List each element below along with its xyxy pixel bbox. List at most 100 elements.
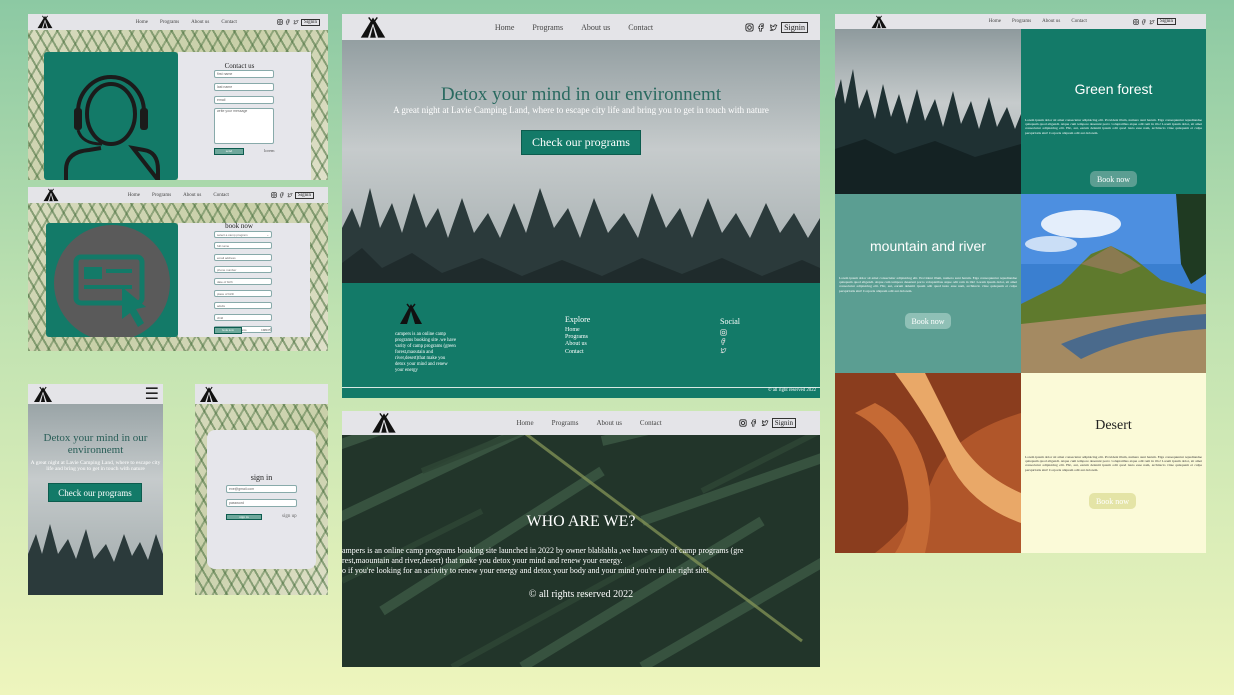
date-of-birth-field[interactable]: date of birth (214, 278, 272, 285)
adults-field[interactable]: adults (214, 302, 272, 309)
social-title: Social (720, 317, 740, 326)
footer-link-about[interactable]: About us (565, 341, 588, 348)
place-of-birth-field[interactable]: place of birth (214, 290, 272, 297)
twitter-icon[interactable] (293, 19, 299, 25)
full-name-field[interactable]: full name (214, 242, 272, 249)
instagram-icon[interactable] (745, 23, 754, 32)
twitter-icon[interactable] (287, 192, 293, 198)
tent-logo-icon[interactable] (869, 15, 889, 29)
instagram-icon[interactable] (1133, 19, 1139, 25)
facebook-icon[interactable] (285, 19, 291, 25)
nav-home[interactable]: Home (128, 193, 140, 198)
nav-programs[interactable]: Programs (152, 193, 171, 198)
support-illustration (44, 52, 178, 180)
facebook-icon[interactable] (757, 23, 766, 32)
site-footer: campers is an online camp programs booki… (342, 283, 820, 398)
nav-home[interactable]: Home (495, 23, 515, 32)
facebook-icon[interactable] (1141, 19, 1147, 25)
first-name-field[interactable]: first name (214, 70, 274, 78)
tent-logo-icon[interactable] (42, 188, 60, 202)
nav-programs[interactable]: Programs (532, 23, 563, 32)
signin-button[interactable]: Signin (771, 418, 796, 428)
signin-button[interactable]: Signin (294, 191, 314, 199)
facebook-icon[interactable] (279, 192, 285, 198)
email-input[interactable]: exe@gmail.com (226, 485, 297, 493)
nav-home[interactable]: Home (516, 419, 533, 427)
tent-logo-icon[interactable] (370, 412, 398, 434)
tent-logo-icon[interactable] (36, 15, 54, 29)
signin-button[interactable]: Signin (1156, 18, 1176, 25)
mobile-signin-panel: sign in exe@gmail.com password sign in s… (195, 384, 328, 595)
signin-button[interactable]: Signin (300, 18, 320, 26)
headset-user-icon (64, 75, 160, 180)
nav-programs[interactable]: Programs (160, 20, 179, 25)
send-button[interactable]: send (214, 148, 244, 155)
signin-submit-button[interactable]: sign in (226, 514, 262, 520)
hero-subtitle: A great night at Lavie Camping Land, whe… (393, 105, 769, 115)
nav-home[interactable]: Home (136, 20, 148, 25)
child-field[interactable]: child (214, 314, 272, 321)
nav-bar: Home Programs About us Contact Signin (835, 14, 1206, 29)
nav-contact[interactable]: Contact (1071, 19, 1087, 24)
nav-about[interactable]: About us (581, 23, 610, 32)
nav-about[interactable]: About us (191, 20, 209, 25)
facebook-icon[interactable] (750, 419, 758, 427)
footer-twitter-icon[interactable] (720, 347, 727, 354)
phone-number-field[interactable]: phone number (214, 266, 272, 273)
contact-link[interactable]: lorem (264, 148, 275, 153)
instagram-icon[interactable] (739, 419, 747, 427)
green-forest-book-button[interactable]: Book now (1090, 171, 1137, 187)
footer-link-contact[interactable]: Contact (565, 349, 588, 356)
nav-home[interactable]: Home (989, 19, 1001, 24)
hamburger-menu-icon[interactable]: ☰ (145, 386, 159, 402)
desktop-home-panel: Home Programs About us Contact Signin De… (342, 14, 820, 398)
footer-facebook-icon[interactable] (720, 338, 727, 345)
nav-links: Home Programs About us Contact (516, 419, 661, 427)
nav-contact[interactable]: Contact (221, 20, 237, 25)
mountain-river-title: mountain and river (870, 238, 986, 254)
cancel-link[interactable]: cancel (261, 327, 271, 332)
nav-contact[interactable]: Contact (628, 23, 653, 32)
twitter-icon[interactable] (769, 23, 778, 32)
nav-about[interactable]: About us (1042, 19, 1060, 24)
nav-contact[interactable]: Contact (213, 193, 229, 198)
nav-about[interactable]: About us (183, 193, 201, 198)
password-input[interactable]: password (226, 499, 297, 507)
chevron-down-icon: ⌄ (266, 232, 269, 237)
email-address-field[interactable]: email address (214, 254, 272, 261)
footer-link-programs[interactable]: Programs (565, 334, 588, 341)
footer-social-icons (720, 329, 727, 354)
signin-button[interactable]: Signin (781, 21, 808, 33)
tent-logo-icon[interactable] (32, 386, 54, 403)
mountain-river-book-button[interactable]: Book now (905, 313, 951, 329)
footer-instagram-icon[interactable] (720, 329, 727, 336)
check-programs-button[interactable]: Check our programs (521, 130, 641, 155)
book-now-submit-button[interactable]: book now (214, 327, 242, 334)
camp-program-select[interactable]: select a camp program ⌄ (214, 231, 272, 238)
nav-links: Home Programs About us Contact (128, 193, 229, 198)
nav-programs[interactable]: Programs (1012, 19, 1031, 24)
nav-bar: Home Programs About us Contact Signin (342, 14, 820, 40)
message-textarea[interactable]: write your message (214, 108, 274, 144)
green-forest-text: Lorem ipsum dolor sit amet consectetur a… (1025, 118, 1202, 135)
footer-copyright: © all right reserved 2022 (767, 388, 816, 393)
nav-about[interactable]: About us (596, 419, 621, 427)
nav-contact[interactable]: Contact (640, 419, 662, 427)
about-copyright: © all rights reserved 2022 (528, 589, 634, 600)
desert-book-button[interactable]: Book now (1089, 493, 1136, 509)
signup-link[interactable]: sign up (282, 514, 297, 519)
instagram-icon[interactable] (277, 19, 283, 25)
footer-link-home[interactable]: Home (565, 327, 588, 334)
email-field[interactable]: email (214, 96, 274, 104)
twitter-icon[interactable] (761, 419, 769, 427)
footer-divider (342, 387, 820, 388)
nav-programs[interactable]: Programs (552, 419, 579, 427)
tent-logo-icon[interactable] (198, 386, 220, 403)
desert-text: Lorem ipsum dolor sit amet consectetur a… (1025, 455, 1202, 472)
last-name-field[interactable]: last name (214, 83, 274, 91)
twitter-icon[interactable] (1149, 19, 1155, 25)
tent-logo-icon[interactable] (358, 16, 388, 39)
social-icons: Signin (1133, 18, 1176, 25)
instagram-icon[interactable] (271, 192, 277, 198)
mobile-check-programs-button[interactable]: Check our programs (48, 483, 142, 502)
